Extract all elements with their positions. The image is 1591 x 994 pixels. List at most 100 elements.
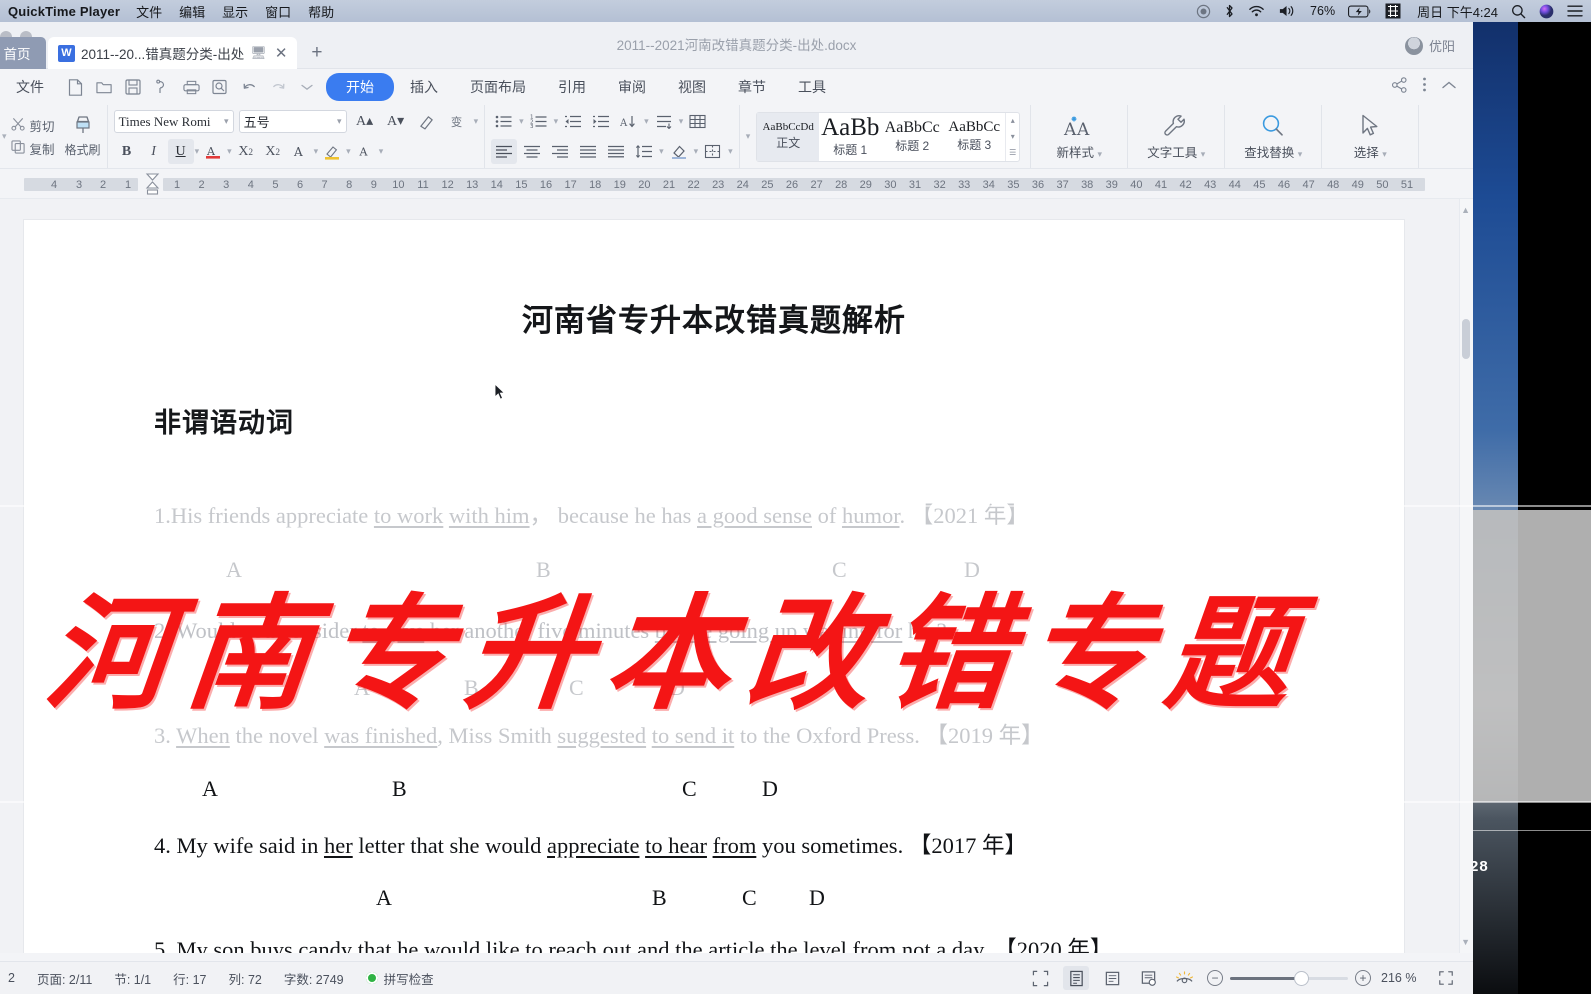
document-tab[interactable]: W 2011--20...错真题分类-出处 🖥 ✕ [48, 37, 298, 69]
vertical-scrollbar-thumb[interactable] [1462, 319, 1470, 359]
font-color-dropdown-icon[interactable]: ▾ [227, 146, 232, 157]
horizontal-ruler[interactable]: 4 3 2 1 1 2 3 4 5 6 7 8 9 10 11 12 13 14 15 16 17 18 19 20 2… [0, 169, 1473, 199]
styles-scroll-up-icon[interactable]: ▴ [1011, 116, 1015, 125]
document-canvas[interactable]: 河南省专升本改错真题解析 非谓语动词 1.His friends appreci… [0, 199, 1473, 953]
menubar-item-view[interactable]: 显示 [222, 2, 248, 21]
bullets-dropdown-icon[interactable]: ▾ [519, 116, 524, 127]
user-account[interactable]: 优阳 [1404, 36, 1455, 55]
status-page[interactable]: 页面: 2/11 [37, 969, 92, 988]
share-icon[interactable] [1391, 76, 1408, 98]
align-left-button[interactable] [491, 139, 518, 164]
ribbon-tab-review[interactable]: 审阅 [602, 73, 662, 101]
styles-expand-icon[interactable]: ☰ [1009, 148, 1016, 157]
shading-button[interactable] [666, 139, 692, 164]
text-effects-dropdown-icon[interactable]: ▾ [314, 146, 319, 157]
status-section[interactable]: 节: 1/1 [114, 969, 151, 988]
line-spacing-dropdown-icon[interactable]: ▾ [659, 146, 664, 157]
clear-formatting-icon[interactable] [414, 109, 440, 134]
line-spacing-button[interactable] [631, 139, 657, 164]
text-effects-button[interactable]: A [287, 139, 313, 164]
save-icon[interactable] [120, 74, 146, 100]
styles-scroll-controls[interactable]: ▴ ▾ ☰ [1005, 112, 1019, 161]
eye-protection-icon[interactable] [1171, 966, 1197, 990]
collapse-ribbon-icon[interactable] [1441, 78, 1457, 96]
ribbon-tab-page-layout[interactable]: 页面布局 [454, 73, 542, 101]
siri-icon[interactable] [1539, 4, 1554, 19]
close-tab-icon[interactable]: ✕ [273, 44, 290, 62]
copy-button[interactable]: 复制 [10, 139, 55, 158]
style-normal[interactable]: AaBbCcDd 正文 [757, 112, 820, 161]
styles-scroll-down-icon[interactable]: ▾ [1011, 132, 1015, 141]
ribbon-tab-home[interactable]: 开始 [326, 73, 394, 101]
pinyin-guide-icon[interactable]: 变 [445, 109, 471, 134]
question-4-text[interactable]: 4. My wife said in her letter that she w… [154, 828, 1027, 860]
bluetooth-icon[interactable] [1224, 3, 1235, 19]
volume-icon[interactable] [1278, 4, 1297, 18]
ribbon-tab-references[interactable]: 引用 [542, 73, 602, 101]
show-marks-dropdown-icon[interactable]: ▾ [679, 116, 684, 127]
zoom-value[interactable]: 216 % [1381, 971, 1423, 985]
styles-prev-icon[interactable]: ▾ [746, 131, 751, 142]
zoom-knob[interactable] [1294, 970, 1309, 986]
new-tab-button[interactable]: + [311, 42, 322, 64]
zoom-out-button[interactable]: − [1207, 970, 1223, 986]
decrease-indent-button[interactable] [560, 109, 586, 134]
print-layout-icon[interactable] [1063, 966, 1089, 990]
print-icon[interactable] [178, 74, 204, 100]
fit-page-icon[interactable] [1433, 966, 1459, 990]
style-heading-3[interactable]: AaBbCc 标题 3 [943, 113, 1005, 161]
ribbon-tab-section[interactable]: 章节 [722, 73, 782, 101]
highlight-button[interactable] [319, 139, 345, 164]
ribbon-tab-view[interactable]: 视图 [662, 73, 722, 101]
ribbon-tab-insert[interactable]: 插入 [394, 73, 454, 101]
scroll-down-icon[interactable]: ▼ [1461, 937, 1470, 947]
show-marks-button[interactable] [651, 109, 677, 134]
increase-indent-button[interactable] [588, 109, 614, 134]
menubar-item-edit[interactable]: 编辑 [179, 2, 205, 21]
format-painter-button[interactable]: 格式刷 [65, 115, 101, 158]
numbering-button[interactable]: 123 [526, 109, 552, 134]
redo-icon[interactable] [265, 74, 291, 100]
select-button[interactable]: 选择 ▾ [1328, 113, 1412, 161]
ribbon-tab-tools[interactable]: 工具 [782, 73, 842, 101]
web-layout-icon[interactable] [1099, 966, 1125, 990]
sort-button[interactable]: A [616, 109, 642, 134]
ribbon-file-menu[interactable]: 文件 [4, 77, 56, 97]
status-spellcheck[interactable]: 拼写检查 [365, 969, 434, 988]
menubar-app-name[interactable]: QuickTime Player [8, 4, 120, 19]
bold-button[interactable]: B [114, 139, 140, 164]
presentation-screen-icon[interactable]: 🖥 [250, 45, 267, 61]
sort-dropdown-icon[interactable]: ▾ [644, 116, 649, 127]
zoom-track[interactable] [1230, 970, 1348, 986]
battery-percentage[interactable]: 76% [1310, 4, 1335, 18]
question-3-text[interactable]: 3. When the novel was finished, Miss Smi… [154, 718, 1044, 750]
italic-button[interactable]: I [141, 139, 167, 164]
bullets-button[interactable] [491, 109, 517, 134]
record-icon[interactable] [1196, 4, 1211, 19]
home-tab[interactable]: 首页 [0, 37, 46, 69]
style-heading-1[interactable]: AaBb 标题 1 [819, 113, 881, 161]
question-2-text[interactable]: 2. Would you consider to give her anothe… [154, 618, 947, 644]
question-1-text[interactable]: 1.His friends appreciate to work with hi… [154, 498, 1029, 530]
cut-button[interactable]: 剪切 [10, 116, 55, 135]
document-page[interactable]: 河南省专升本改错真题解析 非谓语动词 1.His friends appreci… [24, 220, 1404, 953]
highlight-dropdown-icon[interactable]: ▾ [346, 146, 351, 157]
more-vertical-icon[interactable] [1422, 76, 1427, 98]
font-family-input[interactable]: Times New Romi ▾ [113, 110, 234, 133]
more-icon[interactable] [294, 74, 320, 100]
status-line[interactable]: 行: 17 [173, 969, 206, 988]
table-insert-button[interactable] [685, 109, 711, 134]
menubar-item-file[interactable]: 文件 [136, 2, 162, 21]
new-style-button[interactable]: AA 新样式 ▾ [1037, 113, 1121, 161]
status-column[interactable]: 列: 72 [229, 969, 262, 988]
justify-button[interactable] [575, 139, 601, 164]
subscript-button[interactable]: X2 [260, 139, 286, 164]
indent-marker[interactable] [145, 173, 160, 196]
text-tools-button[interactable]: 文字工具 ▾ [1134, 113, 1218, 161]
underline-dropdown-icon[interactable]: ▾ [195, 146, 200, 157]
menubar-item-window[interactable]: 窗口 [265, 2, 291, 21]
save-as-icon[interactable] [149, 74, 175, 100]
undo-icon[interactable] [236, 74, 262, 100]
align-right-button[interactable] [547, 139, 573, 164]
style-heading-2[interactable]: AaBbCc 标题 2 [881, 113, 943, 161]
